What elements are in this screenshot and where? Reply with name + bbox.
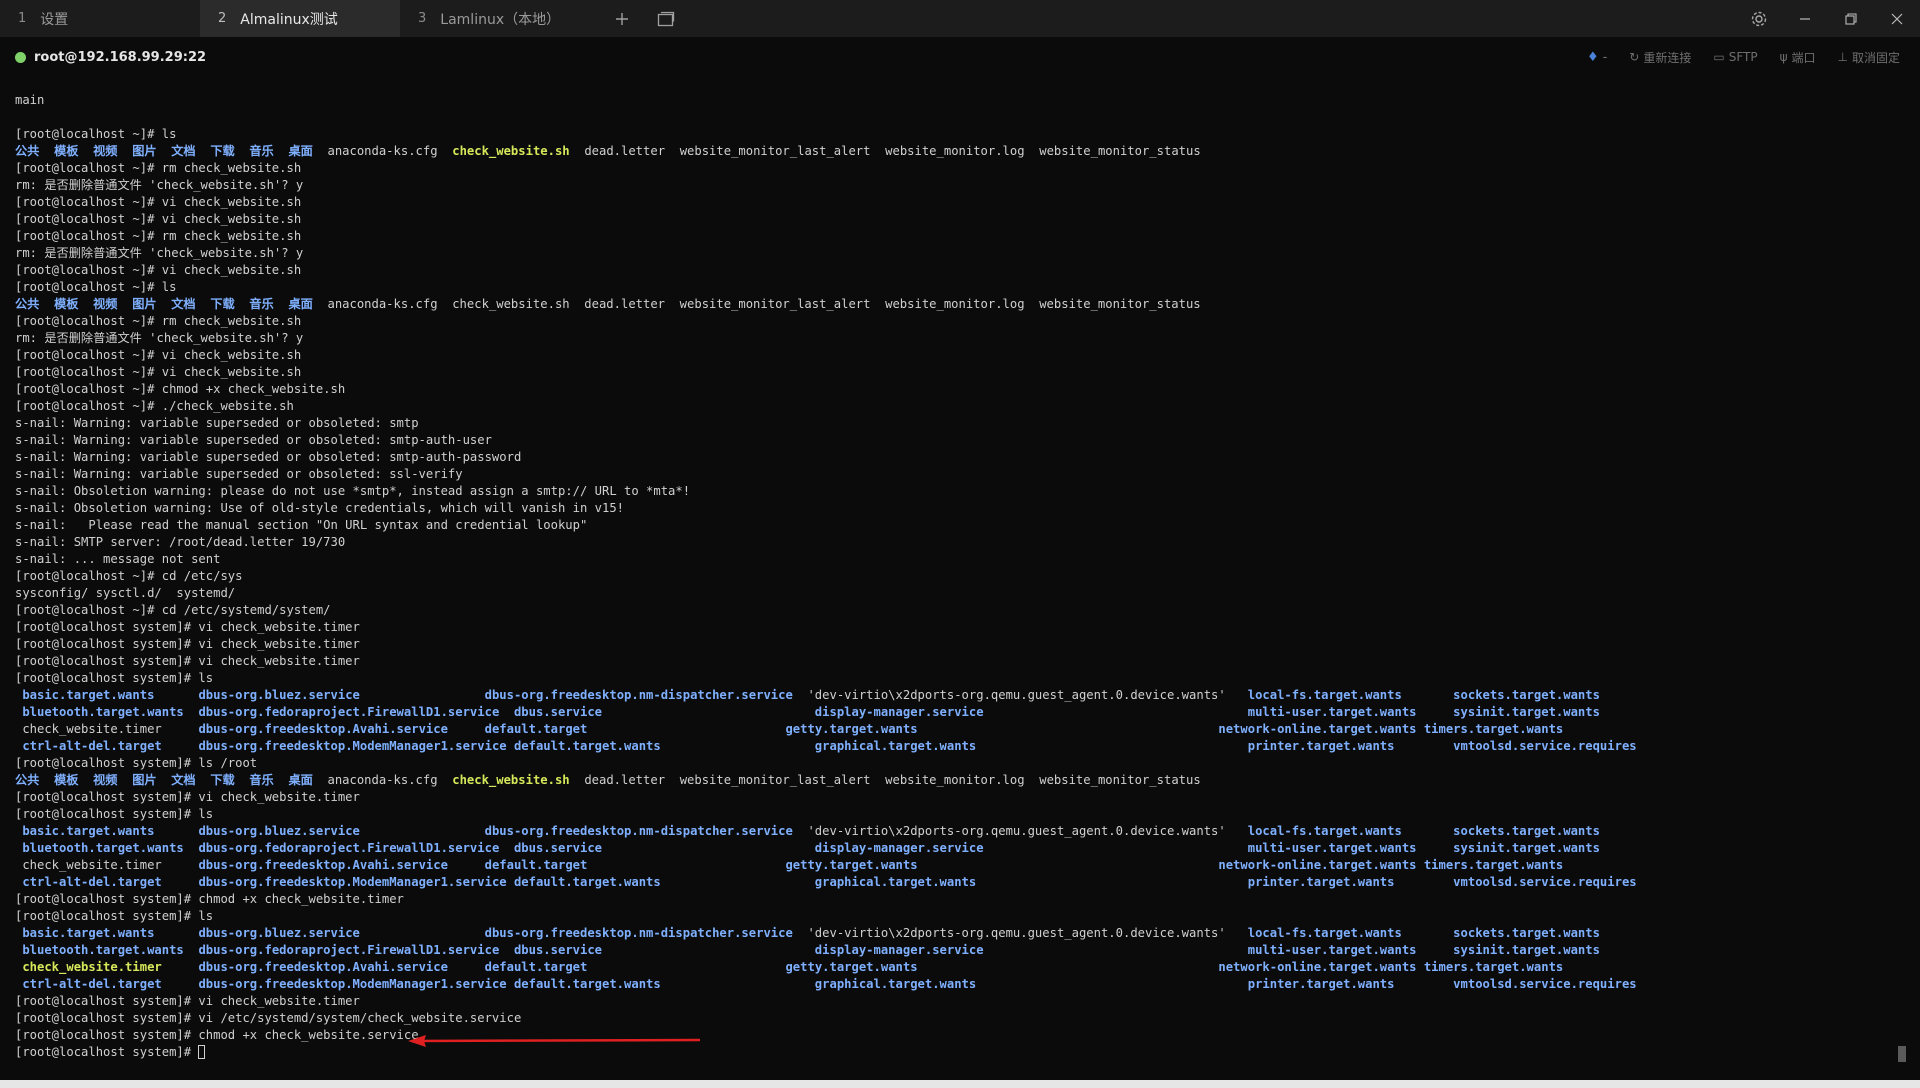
terminal-scrollbar[interactable]	[1898, 1046, 1906, 1062]
annotation-arrow	[408, 1035, 701, 1047]
bottom-edge	[0, 1080, 1920, 1088]
